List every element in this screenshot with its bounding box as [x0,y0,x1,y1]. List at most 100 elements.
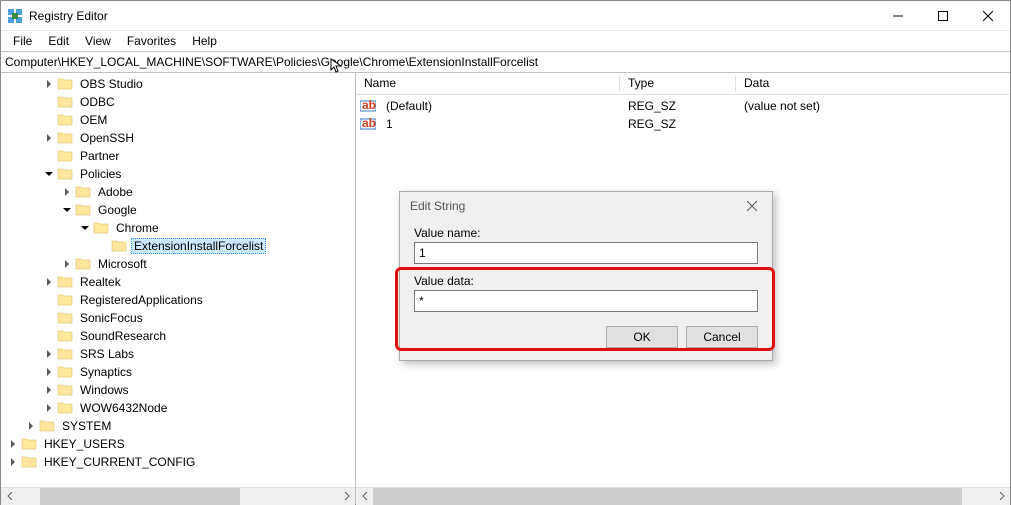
tree-item[interactable]: HKEY_CURRENT_CONFIG [1,453,355,471]
tree-item-label: WOW6432Node [77,400,170,416]
expand-icon[interactable] [25,420,37,432]
collapse-icon[interactable] [79,222,91,234]
scroll-right-button[interactable] [338,488,355,505]
tree-item[interactable]: OpenSSH [1,129,355,147]
expand-icon[interactable] [43,276,55,288]
tree-item-label: Chrome [113,220,162,236]
folder-icon [57,166,73,182]
expand-icon[interactable] [43,366,55,378]
tree-item[interactable]: Google [1,201,355,219]
value-name-label: Value name: [414,226,758,240]
maximize-button[interactable] [920,1,965,31]
expand-icon[interactable] [43,348,55,360]
folder-icon [57,112,73,128]
scroll-track[interactable] [373,488,993,505]
close-button[interactable] [965,1,1010,31]
menu-file[interactable]: File [5,32,40,50]
tree-item[interactable]: SonicFocus [1,309,355,327]
tree-item[interactable]: WOW6432Node [1,399,355,417]
tree-item-label: OEM [77,112,110,128]
ok-button[interactable]: OK [606,326,678,348]
tree-item[interactable]: SoundResearch [1,327,355,345]
folder-icon [57,382,73,398]
list-header: Name Type Data [356,73,1010,95]
cell-name: (Default) [378,99,620,113]
cell-name: 1 [378,117,620,131]
tree-item-label: SonicFocus [77,310,146,326]
folder-icon [93,220,109,236]
no-expand-icon [43,114,55,126]
scroll-track[interactable] [18,488,338,505]
horizontal-scrollbar[interactable] [1,487,355,504]
tree-item-label: Google [95,202,140,218]
tree-item-label: OBS Studio [77,76,146,92]
tree-item-label: RegisteredApplications [77,292,206,308]
app-icon [7,8,23,24]
tree-item[interactable]: Microsoft [1,255,355,273]
column-name[interactable]: Name [356,73,620,94]
expand-icon[interactable] [61,258,73,270]
expand-icon[interactable] [61,186,73,198]
tree-item[interactable]: RegisteredApplications [1,291,355,309]
tree-item[interactable]: Synaptics [1,363,355,381]
dialog-close-button[interactable] [742,196,762,216]
tree-item[interactable]: ODBC [1,93,355,111]
cell-data: (value not set) [736,99,1010,113]
expand-icon[interactable] [43,384,55,396]
list-horizontal-scrollbar[interactable] [356,487,1010,504]
expand-icon[interactable] [43,402,55,414]
tree-item-label: Adobe [95,184,136,200]
tree-item-label: Policies [77,166,124,182]
registry-tree[interactable]: OBS Studio ODBC OEMOpenSSHPartnerPolicies A… [1,73,355,487]
tree-item[interactable]: Chrome [1,219,355,237]
tree-item[interactable]: Adobe [1,183,355,201]
folder-icon [57,310,73,326]
value-data-input[interactable] [414,290,758,312]
tree-item[interactable]: OBS Studio [1,75,355,93]
edit-string-dialog: Edit String Value name: Value data: OK C… [399,191,773,361]
dialog-title-bar[interactable]: Edit String [400,192,772,220]
tree-item-label: HKEY_CURRENT_CONFIG [41,454,198,470]
no-expand-icon [43,96,55,108]
cancel-button[interactable]: Cancel [686,326,758,348]
scroll-left-button[interactable] [1,488,18,505]
tree-item[interactable]: Windows [1,381,355,399]
folder-icon [57,346,73,362]
tree-item[interactable]: SRS Labs [1,345,355,363]
tree-item[interactable]: Realtek [1,273,355,291]
tree-item[interactable]: Policies [1,165,355,183]
expand-icon[interactable] [7,456,19,468]
dialog-title: Edit String [410,199,465,213]
column-data[interactable]: Data [736,73,1010,94]
menu-help[interactable]: Help [184,32,225,50]
menu-view[interactable]: View [77,32,119,50]
tree-item-label: ODBC [77,94,118,110]
tree-item[interactable]: Partner [1,147,355,165]
value-name-input[interactable] [414,242,758,264]
scroll-thumb[interactable] [40,488,240,505]
title-bar: Registry Editor [1,1,1010,31]
menu-favorites[interactable]: Favorites [119,32,184,50]
collapse-icon[interactable] [61,204,73,216]
address-input[interactable] [5,55,1006,69]
tree-item[interactable]: OEM [1,111,355,129]
column-type[interactable]: Type [620,73,736,94]
tree-item[interactable]: ExtensionInstallForcelist [1,237,355,255]
expand-icon[interactable] [43,78,55,90]
tree-item-label: SoundResearch [77,328,169,344]
expand-icon[interactable] [7,438,19,450]
folder-icon [57,148,73,164]
minimize-button[interactable] [875,1,920,31]
list-item[interactable]: (Default)REG_SZ(value not set) [356,97,1010,115]
list-item[interactable]: 1REG_SZ [356,115,1010,133]
scroll-thumb[interactable] [373,488,962,505]
no-expand-icon [43,150,55,162]
address-bar [1,51,1010,73]
scroll-right-button[interactable] [993,488,1010,505]
tree-item[interactable]: HKEY_USERS [1,435,355,453]
expand-icon[interactable] [43,132,55,144]
collapse-icon[interactable] [43,168,55,180]
menu-edit[interactable]: Edit [40,32,77,50]
scroll-left-button[interactable] [356,488,373,505]
tree-item[interactable]: SYSTEM [1,417,355,435]
